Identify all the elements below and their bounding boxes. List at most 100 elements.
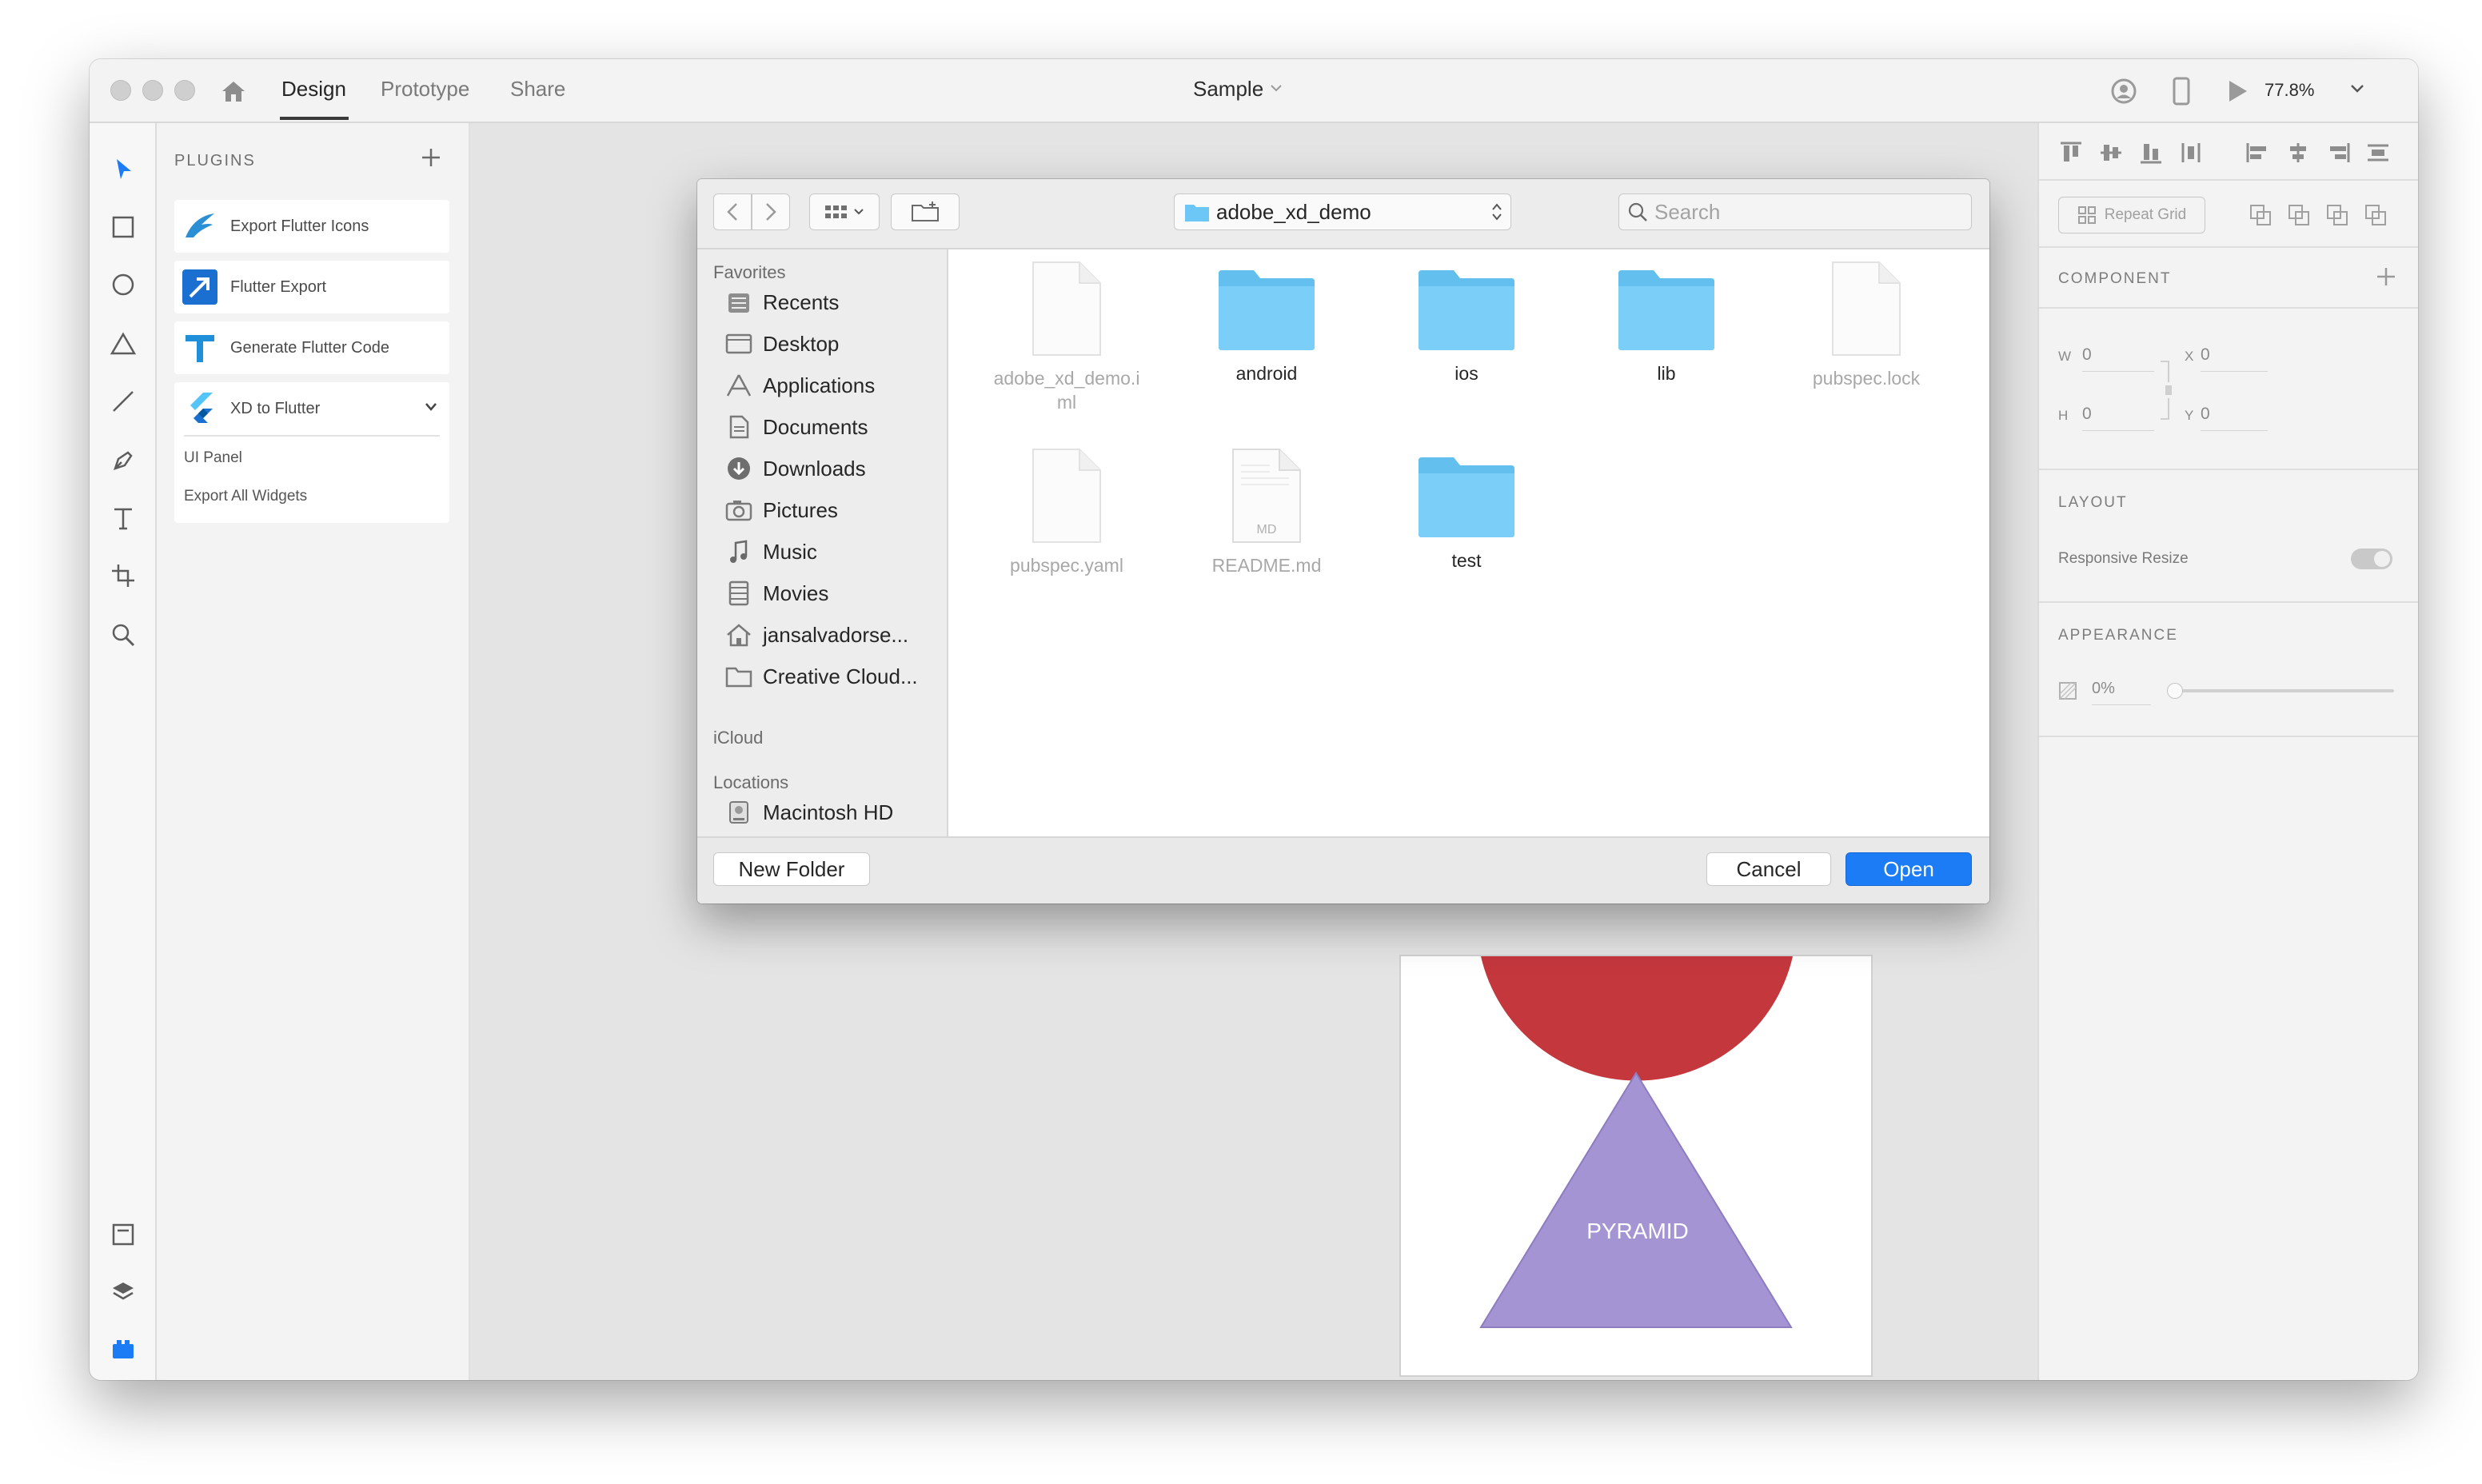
align-middle-icon[interactable] (2098, 141, 2124, 169)
sidebar-item-home[interactable]: jansalvadorse... (724, 617, 908, 652)
align-left-icon[interactable] (2245, 141, 2271, 169)
sidebar-item-recents[interactable]: Recents (724, 285, 839, 320)
add-component-icon[interactable] (2375, 265, 2397, 292)
share-user-icon[interactable] (2109, 77, 2138, 106)
new-folder-button[interactable]: New Folder (713, 852, 870, 886)
plugin-label: Export Flutter Icons (230, 217, 369, 235)
icloud-heading: iCloud (713, 728, 764, 748)
lock-aspect-icon[interactable] (2159, 358, 2175, 426)
zoom-tool-icon[interactable] (107, 619, 139, 651)
artboard[interactable]: PYRAMID (1399, 955, 1873, 1377)
folder-item[interactable]: android (1187, 269, 1347, 385)
responsive-resize-label: Responsive Resize (2058, 550, 2189, 567)
height-input[interactable]: 0 (2082, 405, 2154, 431)
file-item[interactable]: pubspec.yaml (987, 448, 1147, 577)
sidebar-item-documents[interactable]: Documents (724, 409, 868, 445)
xd-to-flutter-header[interactable]: XD to Flutter (174, 382, 449, 435)
sidebar-item-movies[interactable]: Movies (724, 576, 828, 611)
file-item[interactable]: pubspec.lock (1786, 261, 1946, 390)
sidebar-item-label: Pictures (763, 497, 838, 522)
plugin-generate-flutter-code[interactable]: Generate Flutter Code (174, 321, 449, 374)
exclude-boolean-icon[interactable] (2364, 203, 2388, 231)
documents-icon (724, 414, 753, 440)
y-input[interactable]: 0 (2201, 405, 2268, 431)
pen-tool-icon[interactable] (107, 445, 139, 477)
sidebar-item-pictures[interactable]: Pictures (724, 493, 838, 528)
zoom-window-button[interactable] (174, 80, 195, 101)
sidebar-item-desktop[interactable]: Desktop (724, 326, 839, 361)
search-field[interactable]: Search (1618, 193, 1972, 230)
forward-button[interactable] (752, 193, 790, 230)
open-button[interactable]: Open (1846, 852, 1972, 886)
close-window-button[interactable] (110, 80, 131, 101)
file-item[interactable]: MD README.md (1187, 448, 1347, 577)
layers-icon[interactable] (107, 1276, 139, 1308)
responsive-resize-toggle[interactable] (2351, 549, 2392, 569)
circle-shape[interactable] (1481, 956, 1793, 1081)
tab-prototype[interactable]: Prototype (381, 77, 469, 102)
x-label: X (2185, 349, 2194, 364)
play-preview-icon[interactable] (2223, 77, 2252, 106)
align-center-icon[interactable] (2285, 141, 2311, 169)
sidebar-item-applications[interactable]: Applications (724, 368, 875, 403)
align-bottom-icon[interactable] (2138, 141, 2164, 169)
pyramid-label: PYRAMID (1586, 1219, 1689, 1243)
polygon-tool-icon[interactable] (107, 328, 139, 360)
add-boolean-icon[interactable] (2249, 203, 2273, 231)
opacity-slider-handle[interactable] (2167, 683, 2183, 699)
plugin-export-flutter-icons[interactable]: Export Flutter Icons (174, 200, 449, 253)
back-button[interactable] (713, 193, 752, 230)
zoom-chevron-down-icon[interactable] (2349, 83, 2365, 98)
new-folder-toolbar-button[interactable] (891, 193, 960, 230)
minimize-window-button[interactable] (142, 80, 163, 101)
ellipse-tool-icon[interactable] (107, 269, 139, 301)
opacity-input[interactable]: 0% (2092, 680, 2151, 705)
assets-icon[interactable] (107, 1219, 139, 1251)
view-options-button[interactable] (809, 193, 880, 230)
align-top-icon[interactable] (2058, 141, 2084, 169)
file-badge: MD (1256, 523, 1277, 537)
sidebar-item-music[interactable]: Music (724, 534, 817, 569)
artboard-shapes (1479, 956, 1793, 1328)
width-input[interactable]: 0 (2082, 345, 2154, 372)
add-plugin-icon[interactable] (419, 146, 443, 174)
distribute-vertical-icon[interactable] (2178, 141, 2204, 169)
sidebar-item-creative-cloud[interactable]: Creative Cloud... (724, 659, 918, 694)
folder-item[interactable]: ios (1387, 269, 1546, 385)
folder-item[interactable]: test (1387, 456, 1546, 572)
file-item[interactable]: adobe_xd_demo.i ml (987, 261, 1147, 414)
tab-design[interactable]: Design (281, 77, 346, 102)
ui-panel-link[interactable]: UI Panel (184, 449, 242, 467)
repeat-grid-button[interactable]: Repeat Grid (2058, 197, 2205, 233)
cancel-button[interactable]: Cancel (1706, 852, 1831, 886)
plugin-flutter-export[interactable]: Flutter Export (174, 261, 449, 313)
distribute-horizontal-icon[interactable] (2365, 141, 2391, 169)
device-preview-icon[interactable] (2167, 75, 2196, 107)
document-title-menu[interactable]: Sample (1193, 77, 1283, 102)
align-right-icon[interactable] (2325, 141, 2351, 169)
line-tool-icon[interactable] (107, 385, 139, 417)
adobe-xd-window: Design Prototype Share Sample 77.8% PLUG… (90, 59, 2418, 1380)
subtract-boolean-icon[interactable] (2287, 203, 2311, 231)
sidebar-item-macintosh-hd[interactable]: Macintosh HD (724, 795, 893, 830)
folder-item[interactable]: lib (1586, 269, 1746, 385)
location-popup[interactable]: adobe_xd_demo (1174, 193, 1511, 230)
home-icon[interactable] (219, 77, 248, 106)
x-input[interactable]: 0 (2201, 345, 2268, 372)
y-label: Y (2185, 408, 2194, 423)
zoom-level[interactable]: 77.8% (2265, 80, 2314, 101)
tab-share[interactable]: Share (510, 77, 565, 102)
artboard-tool-icon[interactable] (107, 560, 139, 592)
text-tool-icon[interactable] (107, 502, 139, 534)
sidebar-item-downloads[interactable]: Downloads (724, 451, 866, 486)
pyramid-shape[interactable] (1479, 1071, 1793, 1328)
divider (184, 435, 440, 437)
intersect-boolean-icon[interactable] (2325, 203, 2349, 231)
export-all-widgets-link[interactable]: Export All Widgets (184, 488, 307, 505)
opacity-slider-track[interactable] (2173, 689, 2394, 692)
dialog-toolbar: adobe_xd_demo Search (697, 179, 1989, 249)
plugins-icon[interactable] (107, 1334, 139, 1366)
select-tool-icon[interactable] (107, 154, 139, 186)
rectangle-tool-icon[interactable] (107, 211, 139, 243)
sidebar-item-label: jansalvadorse... (763, 622, 909, 647)
